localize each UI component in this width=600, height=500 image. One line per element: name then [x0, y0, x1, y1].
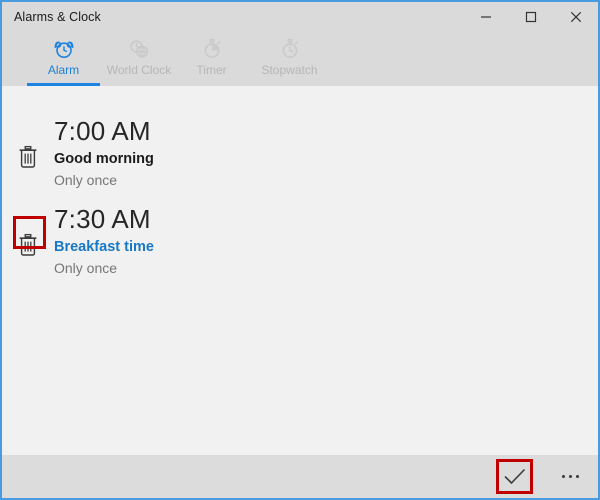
- alarm-repeat: Only once: [54, 172, 118, 188]
- delete-alarm-cell: [2, 196, 54, 276]
- stopwatch-icon: [278, 36, 302, 62]
- alarm-time: 7:00 AM: [54, 116, 151, 146]
- ellipsis-dot: [561, 475, 565, 478]
- timer-icon: [200, 36, 224, 62]
- tab-world-clock-label: World Clock: [106, 63, 172, 77]
- tab-alarm-label: Alarm: [47, 63, 80, 77]
- delete-alarm-button[interactable]: [15, 231, 41, 259]
- alarms-and-clock-window: Alarms & Clock Alarm World Clock Timer S…: [0, 0, 600, 500]
- alarm-name[interactable]: Breakfast time: [54, 236, 154, 258]
- alarm-repeat: Only once: [54, 260, 118, 276]
- alarm-list: 7:00 AM Good morning Only once 7:30 AM B…: [2, 86, 598, 455]
- window-title: Alarms & Clock: [14, 10, 101, 24]
- window-controls: [463, 2, 598, 32]
- tab-world-clock[interactable]: World Clock: [102, 32, 176, 86]
- command-bar: [2, 455, 598, 498]
- minimize-button[interactable]: [463, 2, 508, 32]
- confirm-delete-cell: [492, 455, 538, 498]
- alarm-list-item[interactable]: 7:00 AM Good morning Only once: [2, 108, 598, 188]
- more-options-button[interactable]: [550, 455, 590, 498]
- tab-stopwatch-label: Stopwatch: [261, 63, 318, 77]
- close-button[interactable]: [553, 2, 598, 32]
- world-clock-icon: [127, 36, 151, 62]
- ellipsis-dot: [575, 475, 579, 478]
- maximize-button[interactable]: [508, 2, 553, 32]
- alarm-time: 7:30 AM: [54, 204, 151, 234]
- delete-alarm-button[interactable]: [15, 143, 41, 171]
- tab-alarm[interactable]: Alarm: [27, 32, 100, 86]
- maximize-icon: [525, 11, 536, 23]
- trash-icon: [19, 233, 37, 256]
- confirm-button-highlight: [496, 459, 533, 494]
- alarm-clock-icon: [52, 36, 76, 62]
- title-bar: Alarms & Clock: [2, 2, 598, 32]
- alarm-details: 7:00 AM Good morning Only once: [54, 108, 154, 191]
- tab-stopwatch[interactable]: Stopwatch: [247, 32, 332, 86]
- close-icon: [570, 11, 581, 23]
- tab-timer-label: Timer: [196, 63, 227, 77]
- delete-alarm-cell: [2, 108, 54, 188]
- tab-timer[interactable]: Timer: [179, 32, 244, 86]
- alarm-details: 7:30 AM Breakfast time Only once: [54, 196, 154, 279]
- ellipsis-dot: [568, 475, 572, 478]
- trash-icon: [19, 145, 37, 168]
- alarm-name: Good morning: [54, 151, 154, 167]
- minimize-icon: [480, 16, 491, 18]
- tab-strip: Alarm World Clock Timer Stopwatch: [2, 32, 598, 86]
- alarm-list-item[interactable]: 7:30 AM Breakfast time Only once: [2, 196, 598, 276]
